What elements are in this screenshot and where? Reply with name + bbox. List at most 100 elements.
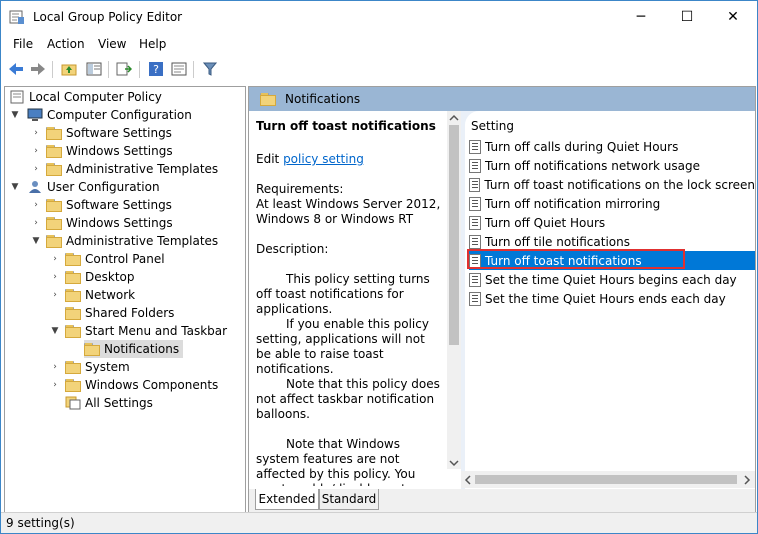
up-folder-icon	[61, 64, 77, 76]
chevron-right-icon[interactable]: ›	[31, 160, 41, 178]
requirements-label: Requirements:	[256, 182, 344, 196]
folder-icon	[46, 144, 62, 158]
up-folder-button[interactable]	[59, 59, 79, 79]
horizontal-scroll-thumb[interactable]	[475, 475, 737, 484]
setting-row-quiet-hours[interactable]: Turn off Quiet Hours	[469, 213, 755, 232]
setting-row-notifications-network-usage[interactable]: Turn off notifications network usage	[469, 156, 755, 175]
scroll-left-icon[interactable]	[464, 475, 472, 485]
maximize-icon: ☐	[680, 9, 694, 25]
folder-icon	[46, 126, 62, 140]
tree-item-windows-settings[interactable]: Windows Settings	[46, 142, 173, 160]
chevron-down-icon[interactable]: ▼	[31, 232, 41, 250]
folder-icon	[65, 378, 81, 392]
setting-row-calls-quiet-hours[interactable]: Turn off calls during Quiet Hours	[469, 137, 755, 156]
tree-item-shared-folders[interactable]: Shared Folders	[65, 304, 174, 322]
setting-row-toast-lock-screen[interactable]: Turn off toast notifications on the lock…	[469, 175, 755, 194]
scroll-right-icon[interactable]	[743, 475, 751, 485]
setting-row-notification-mirroring[interactable]: Turn off notification mirroring	[469, 194, 755, 213]
title-bar: Local Group Policy Editor ─ ☐ ✕	[1, 1, 757, 33]
tree-item-all-settings[interactable]: All Settings	[65, 394, 153, 412]
scroll-up-icon[interactable]	[449, 114, 459, 122]
description-label: Description:	[256, 242, 329, 256]
tree-item-notifications[interactable]: Notifications	[84, 340, 184, 358]
settings-list-area: Setting Turn off calls during Quiet Hour…	[461, 111, 755, 489]
details-pane: Notifications Turn off toast notificatio…	[248, 86, 756, 513]
close-button[interactable]: ✕	[710, 1, 756, 33]
setting-column-header[interactable]: Setting	[471, 119, 514, 133]
menu-view[interactable]: View	[98, 37, 126, 51]
chevron-down-icon[interactable]: ▼	[10, 106, 20, 124]
tree-item-computer-configuration[interactable]: Computer Configuration	[27, 106, 192, 124]
chevron-right-icon[interactable]: ›	[31, 124, 41, 142]
status-bar: 9 setting(s)	[1, 512, 757, 533]
setting-row-quiet-hours-begins[interactable]: Set the time Quiet Hours begins each day	[469, 270, 755, 289]
computer-policy-icon	[10, 90, 24, 104]
menu-help[interactable]: Help	[139, 37, 166, 51]
navigation-tree: Local Computer Policy ▼ Computer Configu…	[4, 86, 246, 513]
forward-button[interactable]	[28, 59, 48, 79]
group-policy-app-icon	[9, 10, 24, 24]
chevron-right-icon[interactable]: ›	[31, 214, 41, 232]
chevron-right-icon[interactable]: ›	[50, 286, 60, 304]
highlight-box	[467, 249, 685, 269]
chevron-right-icon[interactable]: ›	[50, 250, 60, 268]
policy-setting-icon	[469, 196, 481, 211]
svg-text:?: ?	[153, 63, 159, 76]
details-header-title: Notifications	[285, 92, 361, 106]
export-list-button[interactable]	[114, 59, 134, 79]
tree-item-start-menu-and-taskbar[interactable]: Start Menu and Taskbar	[65, 322, 227, 340]
menu-action[interactable]: Action	[47, 37, 85, 51]
tab-standard[interactable]: Standard	[319, 489, 379, 510]
chevron-down-icon[interactable]: ▼	[10, 178, 20, 196]
edit-policy-line: Edit policy setting	[256, 152, 364, 166]
edit-policy-setting-link[interactable]: policy setting	[283, 152, 364, 166]
folder-icon	[84, 342, 100, 356]
folder-icon	[260, 93, 276, 106]
filter-button[interactable]	[200, 59, 220, 79]
description-paragraph-1: This policy setting turns off toast noti…	[256, 272, 430, 316]
tree-item-local-computer-policy[interactable]: Local Computer Policy	[9, 88, 162, 106]
properties-button[interactable]	[169, 59, 189, 79]
back-button[interactable]	[6, 59, 26, 79]
scroll-down-icon[interactable]	[449, 459, 459, 467]
tree-item-desktop[interactable]: Desktop	[65, 268, 135, 286]
chevron-right-icon[interactable]: ›	[50, 268, 60, 286]
requirements-text: At least Windows Server 2012, Windows 8 …	[256, 197, 441, 226]
policy-setting-icon	[469, 139, 481, 154]
window-title: Local Group Policy Editor	[33, 10, 183, 24]
folder-icon	[65, 306, 81, 320]
chevron-right-icon[interactable]: ›	[50, 376, 60, 394]
computer-icon	[27, 108, 43, 121]
tree-item-user-windows-settings[interactable]: Windows Settings	[46, 214, 173, 232]
setting-row-quiet-hours-ends[interactable]: Set the time Quiet Hours ends each day	[469, 289, 755, 308]
tree-item-control-panel[interactable]: Control Panel	[65, 250, 165, 268]
chevron-right-icon[interactable]: ›	[50, 358, 60, 376]
description-scroll-thumb[interactable]	[449, 125, 459, 345]
minimize-icon: ─	[636, 9, 646, 25]
policy-description: Turn off toast notifications Edit policy…	[249, 111, 445, 486]
description-scrollbar[interactable]	[447, 111, 461, 469]
policy-title: Turn off toast notifications	[256, 119, 436, 133]
tree-item-software-settings[interactable]: Software Settings	[46, 124, 172, 142]
settings-horizontal-scrollbar[interactable]	[461, 471, 755, 488]
tree-item-user-administrative-templates[interactable]: Administrative Templates	[46, 232, 218, 250]
show-hide-tree-button[interactable]	[84, 59, 104, 79]
view-tabs: Extended Standard	[249, 489, 755, 512]
tree-item-windows-components[interactable]: Windows Components	[65, 376, 218, 394]
tab-extended[interactable]: Extended	[255, 489, 319, 510]
tree-item-system[interactable]: System	[65, 358, 130, 376]
help-button[interactable]: ?	[146, 59, 166, 79]
chevron-right-icon[interactable]: ›	[31, 142, 41, 160]
tree-item-user-software-settings[interactable]: Software Settings	[46, 196, 172, 214]
maximize-button[interactable]: ☐	[664, 1, 710, 33]
tree-item-user-configuration[interactable]: User Configuration	[27, 178, 160, 196]
policy-setting-icon	[469, 158, 481, 173]
chevron-right-icon[interactable]: ›	[31, 196, 41, 214]
tree-item-administrative-templates[interactable]: Administrative Templates	[46, 160, 218, 178]
minimize-button[interactable]: ─	[618, 1, 664, 33]
properties-icon	[171, 62, 187, 76]
tree-item-network[interactable]: Network	[65, 286, 135, 304]
menu-bar: File Action View Help	[1, 33, 757, 55]
chevron-down-icon[interactable]: ▼	[50, 322, 60, 340]
menu-file[interactable]: File	[13, 37, 33, 51]
